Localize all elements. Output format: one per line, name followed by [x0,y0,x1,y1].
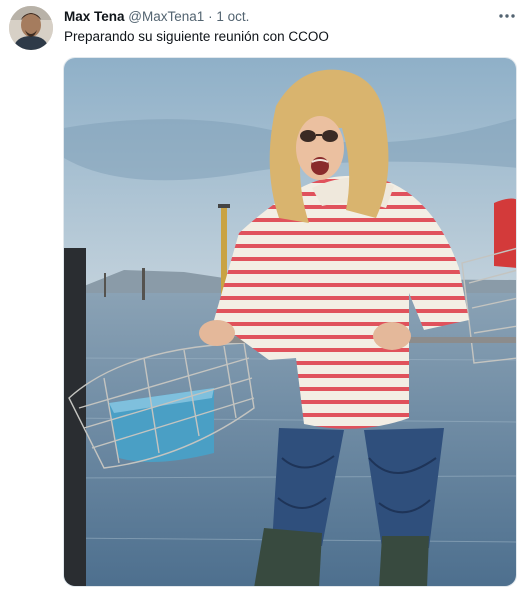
separator-dot: · [208,9,213,24]
more-horizontal-icon [499,14,515,18]
author-avatar[interactable] [9,6,53,50]
author-name[interactable]: Max Tena [64,9,125,24]
author-handle[interactable]: @MaxTena1 [128,9,204,24]
tweet-photo [64,58,516,586]
tweet-date[interactable]: 1 oct. [216,9,249,24]
avatar-image [9,6,53,50]
tweet-text: Preparando su siguiente reunión con CCOO [64,29,329,44]
tweet-media[interactable] [63,57,517,587]
tweet-header: Max Tena @MaxTena1 · 1 oct. [64,9,489,27]
more-options-button[interactable] [497,8,517,24]
